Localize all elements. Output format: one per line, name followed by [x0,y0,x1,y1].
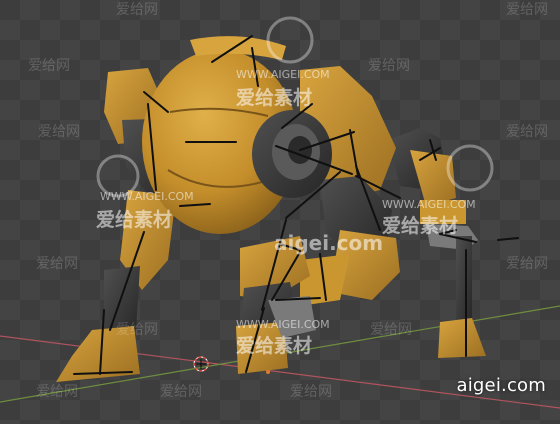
watermark-cn-bottom: 爱给素材 [236,334,312,357]
watermark-layer: WWW.AIGEI.COM 爱给素材 WWW.AIGEI.COM 爱给素材 ai… [28,2,548,400]
watermark-tile: 爱给网 [370,322,412,338]
watermark-tile: 爱给网 [160,384,202,400]
watermark-cn-right: 爱给素材 [382,214,458,237]
watermark-url-bottom: WWW.AIGEI.COM [236,318,330,331]
watermark-url-top: WWW.AIGEI.COM [236,68,330,81]
watermark-short-mid: aigei.com [274,231,383,255]
corner-watermark-logo: aigei.com [456,375,546,396]
watermark-url-right: WWW.AIGEI.COM [382,198,476,211]
3d-viewport[interactable]: WWW.AIGEI.COM 爱给素材 WWW.AIGEI.COM 爱给素材 ai… [0,0,560,424]
watermark-tile: 爱给网 [506,256,548,272]
watermark-circle-logo [266,16,314,64]
watermark-circle-logo [446,144,494,192]
watermark-tile: 爱给网 [36,384,78,400]
watermark-tile: 爱给网 [290,384,332,400]
watermark-tile: 爱给网 [38,124,80,140]
watermark-tile: 爱给网 [36,256,78,272]
watermark-tile: 爱给网 [28,58,70,74]
watermark-tile: 爱给网 [506,2,548,18]
watermark-cn-mid: 爱给素材 [96,208,172,231]
watermark-tile: 爱给网 [506,124,548,140]
watermark-tile: 爱给网 [116,322,158,338]
watermark-cn-top: 爱给素材 [236,86,312,109]
watermark-tile: 爱给网 [368,58,410,74]
watermark-tile: 爱给网 [116,2,158,18]
